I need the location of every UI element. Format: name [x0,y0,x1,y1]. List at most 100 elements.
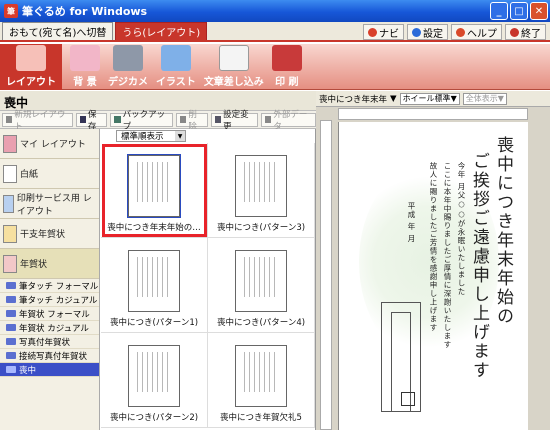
template-caption: 喪中につき(パターン3) [216,223,306,233]
delete-button[interactable]: 削除 [176,110,208,132]
folder-item[interactable]: 筆タッチ カジュアル [0,293,99,307]
minimize-button[interactable]: _ [490,2,508,20]
wrench-icon [412,27,421,37]
template-item[interactable]: 喪中につき(パターン1) [101,238,208,333]
button-label: 外部データ [273,109,308,132]
zoom-value: ホイール標準 [402,94,451,103]
toolbar-background-button[interactable]: 背 景 [70,44,100,90]
close-button[interactable]: ✕ [530,2,548,20]
settings-label: 設定 [423,28,443,40]
tab-label: おもて(宛て名)へ切替 [9,28,107,39]
camera-icon [113,45,143,71]
settings-button[interactable]: 設定 [407,24,448,40]
category-zodiac-card[interactable]: 干支年賀状 [0,219,99,249]
folder-item[interactable]: 年賀状 カジュアル [0,321,99,335]
help-icon [456,27,465,37]
folder-icon [6,310,16,317]
zoom-select[interactable]: ホイール標準 ▼ [399,92,460,105]
template-gallery: 標準順表示 ▼ 喪中につき年末年始の… 喪中につき(パターン3) 喪中につき(パタ… [100,129,316,430]
button-label: 新規レイアウト [14,109,66,132]
print-service-icon [3,194,14,213]
maximize-button[interactable]: □ [510,2,528,20]
template-caption: 喪中につき年末年始の… [107,223,201,233]
toolbar-layout-button[interactable]: レイアウト [0,44,62,90]
button-label: 設定変更 [223,109,249,132]
exit-button[interactable]: 終了 [505,24,546,40]
category-blank[interactable]: 白紙 [0,159,99,189]
template-item[interactable]: 喪中につき(パターン4) [208,238,315,333]
folder-icon [6,282,16,289]
folder-label: 年賀状 フォーマル [19,309,90,320]
folder-label: 写真付年賀状 [19,337,71,348]
category-new-year-card[interactable]: 年賀状 [0,249,99,279]
navi-button[interactable]: ナビ [363,24,404,40]
body-line-3: 故人に賜りましたご芳情を感謝申し上げます [429,162,438,332]
tab-back-layout[interactable]: うら(レイアウト) [115,22,208,40]
view-value: 全体表示 [465,94,498,103]
printer-icon [271,45,302,71]
layout-icon [16,45,46,71]
sort-select[interactable]: 標準順表示 ▼ [116,130,186,142]
chevron-down-icon: ▼ [175,131,185,141]
card-preview[interactable]: 喪中につき年末年始の ご挨拶ご遠慮申し上げます 今年 月父○○が永眠いたしました… [338,122,528,430]
main-toolbar: レイアウト 背 景 デジカメ イラスト 文章差し込み 印 刷 [0,44,550,90]
greeting-line-1: 喪中につき年末年始の [493,136,513,326]
button-label: 保存 [87,109,97,132]
window-title: 筆ぐるめ for Windows [22,5,148,18]
chevron-down-icon[interactable]: ▼ [390,94,397,104]
folder-item[interactable]: 筆タッチ フォーマル [0,279,99,293]
folder-label: 接続写真付年賀状 [19,351,88,362]
tab-front-address[interactable]: おもて(宛て名)へ切替 [2,22,114,40]
blank-page-icon [3,164,17,183]
body-line-2: ここに本年中賜りましたご厚情に深謝いたします [443,162,452,349]
folder-item[interactable]: 接続写真付年賀状 [0,349,99,363]
toolbar-label: イラスト [156,77,196,88]
date-line: 平成 年 月 [407,202,416,243]
trash-icon [180,116,187,123]
view-select[interactable]: 全体表示 ▼ [462,92,507,105]
save-button[interactable]: 保存 [75,110,108,132]
toolbar-illust-button[interactable]: イラスト [156,44,196,90]
text-insert-icon [218,45,249,71]
new-icon [6,116,13,123]
exit-label: 終了 [521,28,541,40]
toolbar-text-insert-button[interactable]: 文章差し込み [204,44,264,90]
template-item[interactable]: 喪中につき年賀欠礼5 [208,333,315,428]
toolbar-label: 印 刷 [275,77,299,88]
preview-title: 喪中につき年末年 [319,94,388,105]
vertical-ruler [320,120,332,430]
toolbar-camera-button[interactable]: デジカメ [108,44,148,90]
folder-item[interactable]: 年賀状 フォーマル [0,307,99,321]
folder-item-mourning[interactable]: 喪中 [0,363,99,377]
category-label: マイ レイアウト [20,140,86,150]
change-settings-button[interactable]: 設定変更 [210,110,258,132]
help-button[interactable]: ヘルプ [451,24,502,40]
navi-label: ナビ [379,28,399,40]
template-item[interactable]: 喪中につき年末年始の… [101,143,208,238]
toolbar-label: 背 景 [73,77,97,88]
folder-icon [6,296,16,303]
folder-label: 喪中 [19,365,37,376]
folder-item[interactable]: 写真付年賀状 [0,335,99,349]
button-label: バックアップ [122,109,166,132]
navi-icon [368,27,377,37]
help-label: ヘルプ [467,28,497,40]
template-caption: 喪中につき(パターン1) [109,318,199,328]
new-layout-button[interactable]: 新規レイアウト [2,110,73,132]
toolbar-print-button[interactable]: 印 刷 [271,44,302,90]
app-logo-icon: 筆 [4,4,18,18]
template-item[interactable]: 喪中につき(パターン2) [101,333,208,428]
new-year-card-icon [3,254,17,273]
external-data-button[interactable]: 外部データ [261,110,316,132]
template-thumbnail [128,250,180,312]
template-thumbnail [127,154,181,218]
preview-pane: 喪中につき年末年 ▼ ホイール標準 ▼ 全体表示 ▼ 喪中につき年末年始の ご挨… [316,91,550,430]
folder-icon [6,366,16,373]
title-bar: 筆 筆ぐるめ for Windows _ □ ✕ [0,0,550,22]
category-print-service[interactable]: 印刷サービス用 レイアウト [0,189,99,219]
template-item[interactable]: 喪中につき(パターン3) [208,143,315,238]
toolbar-label: デジカメ [108,77,148,88]
folder-label: 年賀状 カジュアル [19,323,89,334]
category-my-layout[interactable]: マイ レイアウト [0,129,99,159]
backup-button[interactable]: バックアップ [110,110,174,132]
